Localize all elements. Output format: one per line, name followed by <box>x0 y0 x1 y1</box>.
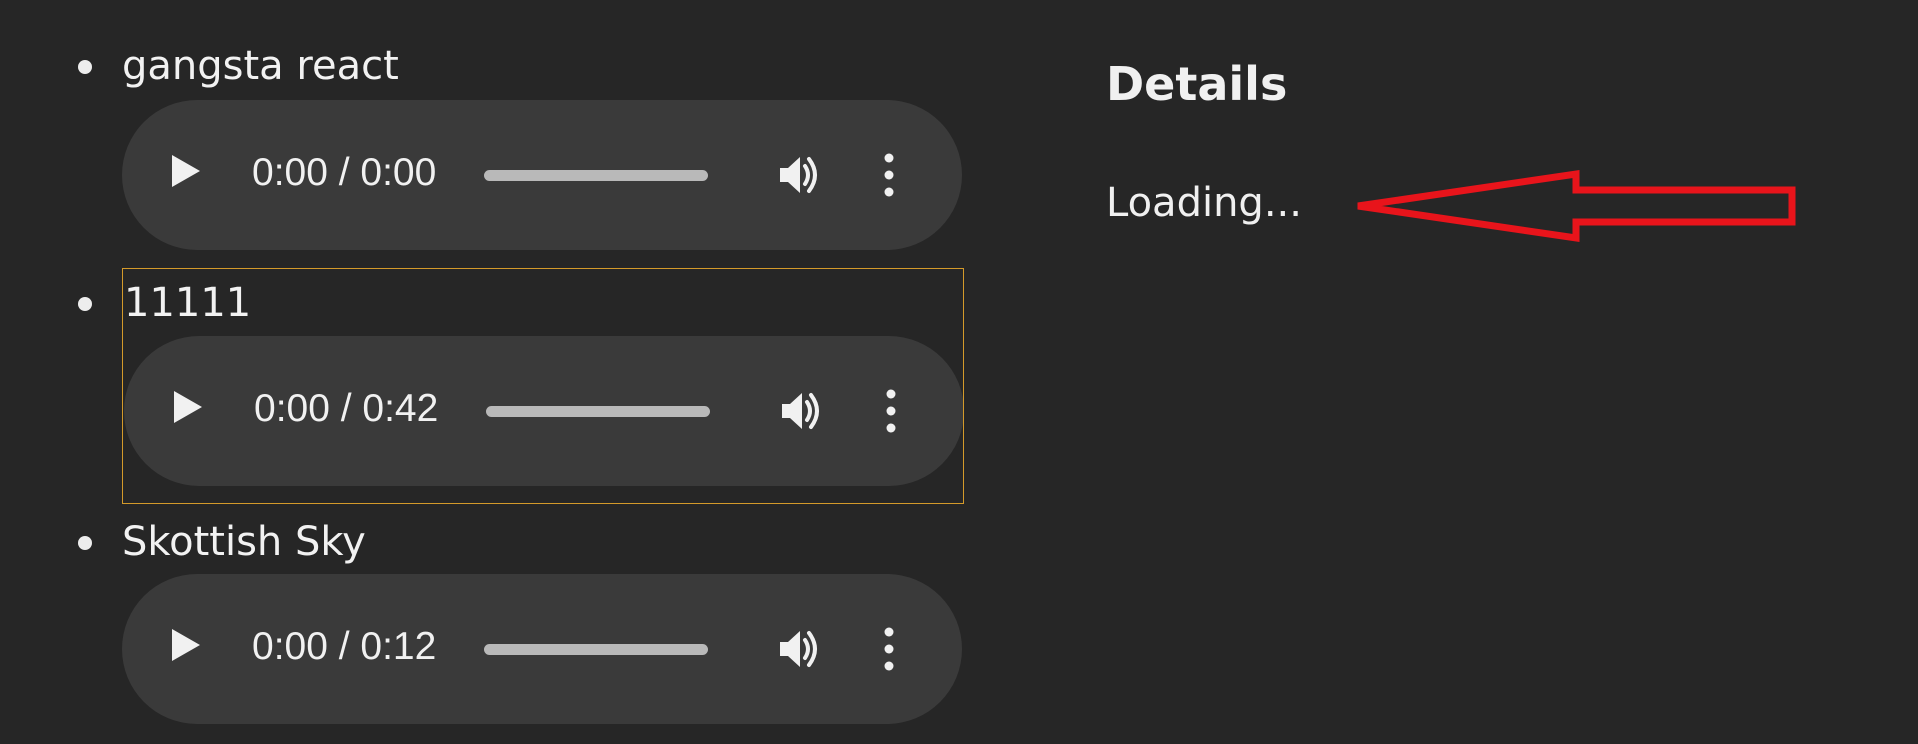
audio-player[interactable]: 0:00 / 0:00 <box>122 100 962 250</box>
track-title: Skottish Sky <box>122 519 366 565</box>
focus-outline <box>122 268 964 504</box>
list-bullet <box>78 60 92 74</box>
time-display: 0:00 / 0:00 <box>252 151 437 194</box>
page: gangsta react 0:00 / 0:00 11111 0:00 / 0… <box>0 0 1918 744</box>
seek-bar[interactable] <box>484 644 708 655</box>
play-icon[interactable] <box>172 629 200 661</box>
list-bullet <box>78 536 92 550</box>
details-loading-text: Loading... <box>1106 180 1302 226</box>
more-options-icon[interactable] <box>882 152 896 198</box>
details-heading: Details <box>1106 57 1288 111</box>
more-options-icon[interactable] <box>882 626 896 672</box>
volume-icon[interactable] <box>776 626 822 672</box>
play-icon[interactable] <box>172 155 200 187</box>
red-arrow-icon <box>1357 169 1796 243</box>
seek-bar[interactable] <box>484 170 708 181</box>
track-title: gangsta react <box>122 43 399 89</box>
time-display: 0:00 / 0:12 <box>252 625 437 668</box>
list-bullet <box>78 297 92 311</box>
audio-player[interactable]: 0:00 / 0:12 <box>122 574 962 724</box>
volume-icon[interactable] <box>776 152 822 198</box>
